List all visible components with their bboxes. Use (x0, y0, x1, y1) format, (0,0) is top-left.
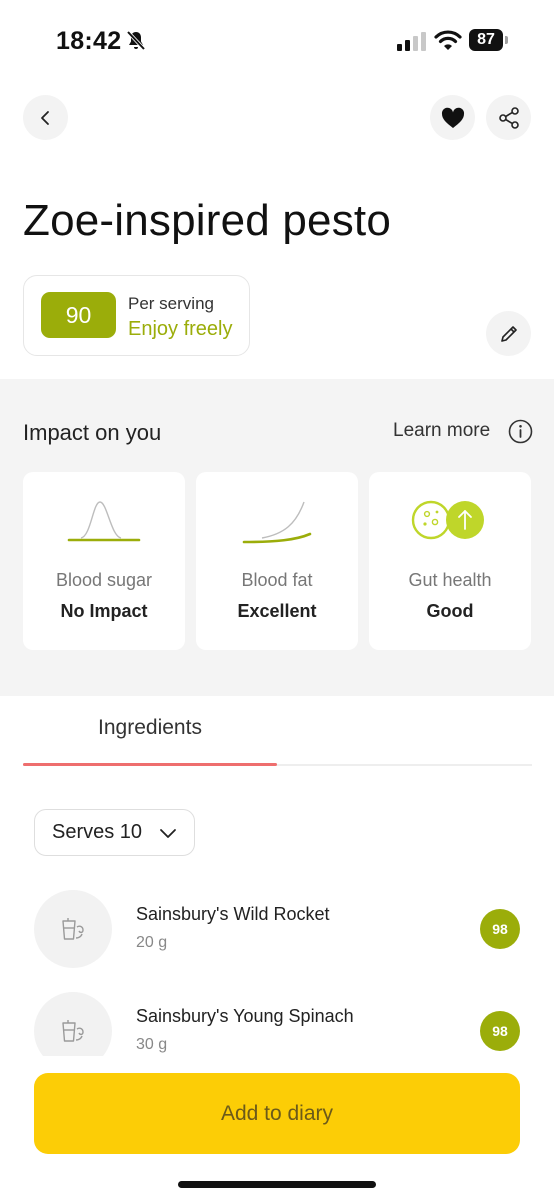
list-item[interactable]: Sainsbury's Young Spinach 30 g 98 (0, 982, 554, 1056)
battery-tip (505, 36, 508, 44)
ingredient-list[interactable]: Sainsbury's Wild Rocket 20 g 98 Sainsbur… (0, 880, 554, 1056)
battery-indicator: 87 (469, 29, 509, 51)
verdict-label: Enjoy freely (128, 318, 233, 340)
ingredient-quantity: 30 g (136, 1036, 168, 1053)
ingredient-avatar (34, 992, 112, 1056)
ingredient-name: Sainsbury's Wild Rocket (136, 904, 330, 924)
metric-value: No Impact (60, 601, 148, 621)
list-item[interactable]: Sainsbury's Wild Rocket 20 g 98 (0, 880, 554, 970)
blood-sugar-card[interactable]: Blood sugar No Impact (23, 472, 185, 650)
share-icon (498, 106, 519, 129)
heart-icon (441, 107, 464, 128)
info-icon[interactable] (508, 419, 533, 444)
gut-health-card[interactable]: Gut health Good (369, 472, 531, 650)
status-time: 18:42 (56, 27, 122, 55)
blood-fat-card[interactable]: Blood fat Excellent (196, 472, 358, 650)
battery-level: 87 (469, 29, 503, 51)
metric-label: Blood fat (241, 570, 313, 590)
serves-label: Serves 10 (52, 821, 143, 843)
ingredient-name: Sainsbury's Young Spinach (136, 1006, 354, 1026)
food-jar-icon (62, 1020, 84, 1042)
ingredient-quantity: 20 g (136, 934, 168, 951)
ingredient-score-badge: 98 (480, 909, 520, 949)
back-button[interactable] (23, 95, 68, 140)
signal-icon (397, 32, 426, 51)
bell-slash-icon (126, 30, 146, 51)
favorite-button[interactable] (430, 95, 475, 140)
per-serving-label: Per serving (128, 294, 214, 313)
ingredient-avatar (34, 890, 112, 968)
chevron-down-icon (160, 829, 176, 838)
blood-sugar-curve-icon (67, 501, 141, 542)
pencil-icon (500, 325, 517, 342)
serves-dropdown[interactable]: Serves 10 (34, 809, 195, 856)
impact-title: Impact on you (23, 420, 162, 445)
home-indicator (178, 1181, 376, 1188)
food-jar-icon (62, 918, 84, 940)
impact-section: Impact on you Learn more Blood sugar No … (0, 379, 554, 696)
ingredient-score-badge: 98 (480, 1011, 520, 1051)
wifi-icon (434, 30, 462, 50)
active-tab-indicator (23, 763, 277, 766)
gut-health-icon (411, 500, 484, 540)
metric-value: Excellent (237, 601, 317, 621)
blood-fat-curve-icon (242, 501, 312, 544)
tab-ingredients[interactable]: Ingredients (23, 714, 277, 766)
status-bar: 18:42 87 (0, 0, 554, 84)
edit-button[interactable] (486, 311, 531, 356)
chevron-left-icon (40, 110, 49, 125)
share-button[interactable] (486, 95, 531, 140)
metric-label: Gut health (408, 570, 492, 590)
learn-more-link[interactable]: Learn more (393, 420, 490, 442)
score-badge: 90 (41, 292, 116, 338)
add-to-diary-button[interactable]: Add to diary (34, 1073, 520, 1154)
score-card: 90 Per serving Enjoy freely (23, 275, 250, 356)
metric-value: Good (426, 601, 474, 621)
page-title: Zoe-inspired pesto (23, 196, 392, 245)
metric-label: Blood sugar (55, 570, 153, 590)
